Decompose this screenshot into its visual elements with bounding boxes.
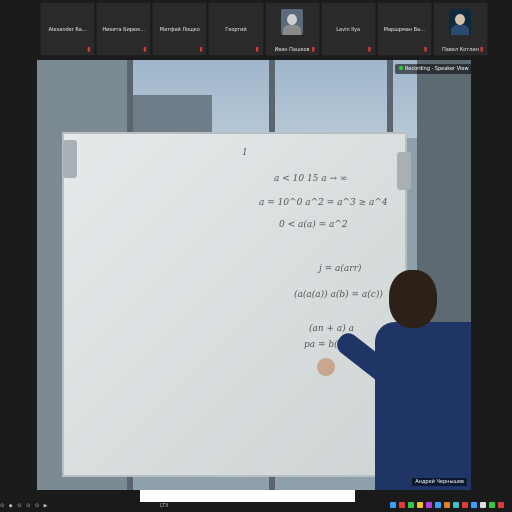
presenter [317,270,471,490]
board-line: а < 10 15 а → ∞ [274,174,348,184]
participant-tile[interactable]: Георгий ▮ [208,2,264,56]
app-icon[interactable] [390,502,396,508]
app-icon[interactable] [435,502,441,508]
taskbar-text: LTX [160,503,169,509]
taskbar-icon[interactable]: ▶ [44,503,48,509]
taskbar-left: ⊙ ◆ ⊙ ⊙ ⊙ ▶ [0,503,51,509]
mic-muted-icon: ▮ [480,46,484,53]
recording-label: Recording · Speaker View [395,64,471,74]
participant-name: Маршрман Ва... [383,27,425,33]
taskbar-icon[interactable]: ◆ [9,503,13,509]
participant-tile[interactable]: Павел Котлин ▮ [432,2,488,56]
app-icon[interactable] [399,502,405,508]
app-icon[interactable] [462,502,468,508]
app-icon[interactable] [489,502,495,508]
participant-tile[interactable]: Alexander Ra... ▮ [40,2,96,56]
mic-muted-icon: ▮ [87,46,91,53]
mic-muted-icon: ▮ [367,46,372,53]
mic-muted-icon: ▮ [255,46,259,53]
main-video[interactable]: 1 а < 10 15 а → ∞ а = 10^0 а^2 = а^3 ≥ а… [37,60,471,490]
participant-name: Павел Котлин [442,47,479,53]
participant-tile[interactable]: Матфей Лощко ▮ [152,2,208,56]
taskbar: ⊙ ◆ ⊙ ⊙ ⊙ ▶ LTX [0,490,512,512]
mic-muted-icon: ▮ [199,46,203,53]
board-line: а = 10^0 а^2 = а^3 ≥ а^4 [259,198,388,208]
system-tray [390,502,504,508]
taskbar-icon[interactable]: ⊙ [0,503,4,509]
app-icon[interactable] [444,502,450,508]
app-icon[interactable] [498,502,504,508]
participant-name: Alexander Ra... [48,27,87,33]
participant-name: Никита Бирюк... [102,27,146,33]
chat-input[interactable] [140,490,355,502]
participant-tile[interactable]: Никита Бирюк... ▮ [96,2,152,56]
avatar [449,9,472,35]
participant-tile[interactable]: Lavin Ilya ▮ [320,2,376,56]
mic-muted-icon: ▮ [423,46,428,53]
board-line: 0 < а(а) = а^2 [279,220,348,230]
participant-name: Георгий [225,27,247,33]
participant-name: Lavin Ilya [336,27,361,33]
app-icon[interactable] [480,502,486,508]
taskbar-icon[interactable]: ⊙ [26,503,30,509]
taskbar-icon[interactable]: ⊙ [35,503,39,509]
participant-name: Матфей Лощко [159,27,200,33]
app-icon[interactable] [453,502,459,508]
taskbar-icon[interactable]: ⊙ [17,503,21,509]
avatar [281,9,304,35]
app-icon[interactable] [408,502,414,508]
app-icon[interactable] [471,502,477,508]
board-clip [397,152,411,190]
app-icon[interactable] [417,502,423,508]
mic-muted-icon: ▮ [143,46,147,53]
participant-tile[interactable]: Маршрман Ва... ▮ [376,2,432,56]
participant-name: Иван Пашков [274,47,310,53]
participant-strip: Alexander Ra... ▮ Никита Бирюк... ▮ Матф… [40,2,488,56]
recording-dot-icon [399,66,403,70]
app-icon[interactable] [426,502,432,508]
building [132,95,212,137]
mic-muted-icon: ▮ [311,46,315,53]
participant-tile[interactable]: Иван Пашков ▮ [264,2,320,56]
speaker-name: Андрей Чернышев [412,478,467,486]
board-clip [63,140,77,178]
board-page-marker: 1 [242,148,248,158]
